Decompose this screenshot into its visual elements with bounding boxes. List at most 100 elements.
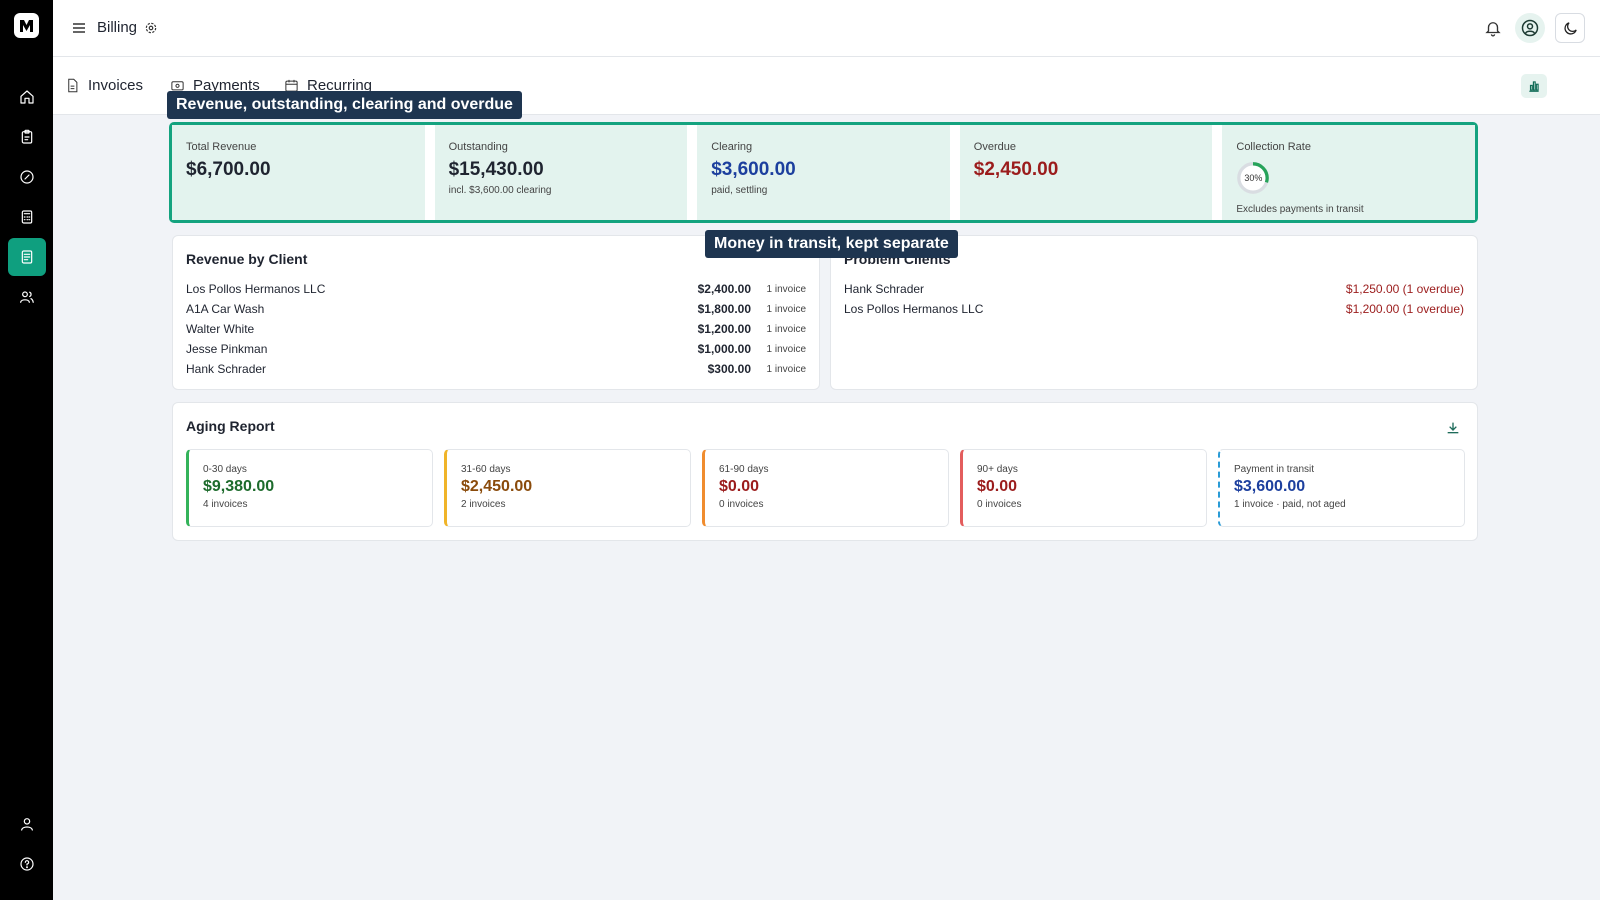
tooltip-stats: Revenue, outstanding, clearing and overd… xyxy=(167,91,522,119)
aging-sub: 0 invoices xyxy=(719,499,764,510)
client-overdue-amount: $1,200.00 (1 overdue) xyxy=(1345,302,1464,316)
client-name: Hank Schrader xyxy=(844,282,925,296)
client-amount: $1,800.00 xyxy=(697,302,751,316)
client-name: Walter White xyxy=(186,322,255,336)
bar-chart-icon xyxy=(1529,81,1539,92)
page-title: Billing xyxy=(97,19,138,36)
stat-outstanding: Outstanding $15,430.00 incl. $3,600.00 c… xyxy=(434,125,688,220)
panel-title: Aging Report xyxy=(186,418,275,434)
bell-icon[interactable] xyxy=(1484,19,1502,37)
client-name: A1A Car Wash xyxy=(186,302,265,316)
aging-report-panel: Aging Report 0-30 days $9,380.00 4 invoi… xyxy=(172,402,1478,541)
stat-clearing: Clearing $3,600.00 paid, settling xyxy=(697,125,950,220)
stat-value: $2,450.00 xyxy=(973,159,1059,180)
help-icon xyxy=(20,857,34,871)
document-icon xyxy=(21,250,33,264)
aging-sub: 2 invoices xyxy=(461,499,506,510)
sidebar-item-clients[interactable] xyxy=(8,278,46,316)
aging-value: $0.00 xyxy=(977,478,1018,495)
calculator-icon xyxy=(21,210,33,224)
client-invoice-count: 1 invoice xyxy=(766,343,806,355)
table-row[interactable]: Walter White $1,200.00 1 invoice xyxy=(186,320,806,338)
aging-bucket-61-90[interactable]: 61-90 days $0.00 0 invoices xyxy=(702,449,949,527)
sidebar-item-profile[interactable] xyxy=(8,805,46,843)
collection-rate-value: 30% xyxy=(1244,173,1263,183)
stat-collection-rate: Collection Rate 30% Excludes payments in… xyxy=(1222,125,1475,220)
aging-label: Payment in transit xyxy=(1234,464,1315,475)
sidebar-item-dashboard[interactable] xyxy=(8,158,46,196)
table-row[interactable]: A1A Car Wash $1,800.00 1 invoice xyxy=(186,300,806,318)
tab-invoices[interactable]: Invoices xyxy=(65,77,143,94)
client-overdue-amount: $1,250.00 (1 overdue) xyxy=(1345,282,1464,296)
stat-total-revenue: Total Revenue $6,700.00 xyxy=(172,125,425,220)
table-row[interactable]: Hank Schrader $300.00 1 invoice xyxy=(186,360,806,378)
aging-value: $9,380.00 xyxy=(203,478,275,495)
user-icon xyxy=(21,818,33,831)
moon-icon xyxy=(1563,21,1577,35)
table-row[interactable]: Jesse Pinkman $1,000.00 1 invoice xyxy=(186,340,806,358)
client-name: Los Pollos Hermanos LLC xyxy=(844,302,984,316)
stat-sub: paid, settling xyxy=(711,185,768,196)
hamburger-menu-icon[interactable] xyxy=(71,20,87,36)
aging-bucket-0-30[interactable]: 0-30 days $9,380.00 4 invoices xyxy=(186,449,433,527)
gear-icon[interactable] xyxy=(144,21,158,35)
sidebar-item-billing[interactable] xyxy=(8,238,46,276)
stat-label: Outstanding xyxy=(448,141,508,153)
aging-sub: 0 invoices xyxy=(977,499,1022,510)
client-invoice-count: 1 invoice xyxy=(766,303,806,315)
aging-bucket-31-60[interactable]: 31-60 days $2,450.00 2 invoices xyxy=(444,449,691,527)
app-logo-icon[interactable] xyxy=(14,13,39,38)
stat-label: Clearing xyxy=(711,141,753,153)
aging-sub: 4 invoices xyxy=(203,499,248,510)
theme-toggle-button[interactable] xyxy=(1555,13,1585,43)
stat-value: $6,700.00 xyxy=(186,159,271,180)
client-amount: $2,400.00 xyxy=(697,282,751,296)
aging-label: 0-30 days xyxy=(203,464,247,475)
tooltip-transit: Money in transit, kept separate xyxy=(705,230,958,258)
client-name: Hank Schrader xyxy=(186,362,267,376)
stat-value: $3,600.00 xyxy=(711,159,796,180)
chart-toggle-button[interactable] xyxy=(1521,74,1547,98)
stat-sub: Excludes payments in transit xyxy=(1236,204,1364,215)
table-row[interactable]: Los Pollos Hermanos LLC $2,400.00 1 invo… xyxy=(186,280,806,298)
table-row[interactable]: Hank Schrader $1,250.00 (1 overdue) xyxy=(844,280,1464,298)
stat-label: Overdue xyxy=(973,141,1016,153)
aging-sub: 1 invoice · paid, not aged xyxy=(1234,499,1346,510)
aging-label: 61-90 days xyxy=(719,464,769,475)
aging-value: $3,600.00 xyxy=(1234,478,1306,495)
problem-clients-panel: Problem Clients Hank Schrader $1,250.00 … xyxy=(830,235,1478,390)
stat-label: Collection Rate xyxy=(1236,141,1311,153)
sidebar-item-calculator[interactable] xyxy=(8,198,46,236)
aging-label: 31-60 days xyxy=(461,464,511,475)
sidebar-item-help[interactable] xyxy=(8,845,46,883)
clipboard-icon xyxy=(21,129,33,144)
client-amount: $1,000.00 xyxy=(697,342,751,356)
users-icon xyxy=(20,291,34,303)
client-name: Los Pollos Hermanos LLC xyxy=(186,282,326,296)
client-invoice-count: 1 invoice xyxy=(766,363,806,375)
tab-label: Invoices xyxy=(88,77,144,94)
client-invoice-count: 1 invoice xyxy=(766,323,806,335)
client-invoice-count: 1 invoice xyxy=(766,283,806,295)
aging-label: 90+ days xyxy=(977,464,1018,475)
top-bar: Billing xyxy=(53,0,1600,57)
table-row[interactable]: Los Pollos Hermanos LLC $1,200.00 (1 ove… xyxy=(844,300,1464,318)
stat-label: Total Revenue xyxy=(186,141,257,153)
revenue-by-client-panel: Revenue by Client Los Pollos Hermanos LL… xyxy=(172,235,820,390)
aging-value: $2,450.00 xyxy=(461,478,533,495)
user-avatar-button[interactable] xyxy=(1515,13,1545,43)
aging-bucket-in-transit[interactable]: Payment in transit $3,600.00 1 invoice ·… xyxy=(1218,449,1465,527)
stat-sub: incl. $3,600.00 clearing xyxy=(448,185,552,196)
stat-value: $15,430.00 xyxy=(448,159,544,180)
aging-bucket-90-plus[interactable]: 90+ days $0.00 0 invoices xyxy=(960,449,1207,527)
client-name: Jesse Pinkman xyxy=(186,342,268,356)
user-circle-icon xyxy=(1521,19,1539,37)
panel-title: Revenue by Client xyxy=(186,251,308,267)
download-icon[interactable] xyxy=(1445,420,1461,436)
file-icon xyxy=(68,78,78,93)
client-amount: $1,200.00 xyxy=(697,322,751,336)
stat-overdue: Overdue $2,450.00 xyxy=(959,125,1213,220)
sidebar-item-tasks[interactable] xyxy=(8,118,46,156)
sidebar-item-home[interactable] xyxy=(8,78,46,116)
client-amount: $300.00 xyxy=(707,362,751,376)
